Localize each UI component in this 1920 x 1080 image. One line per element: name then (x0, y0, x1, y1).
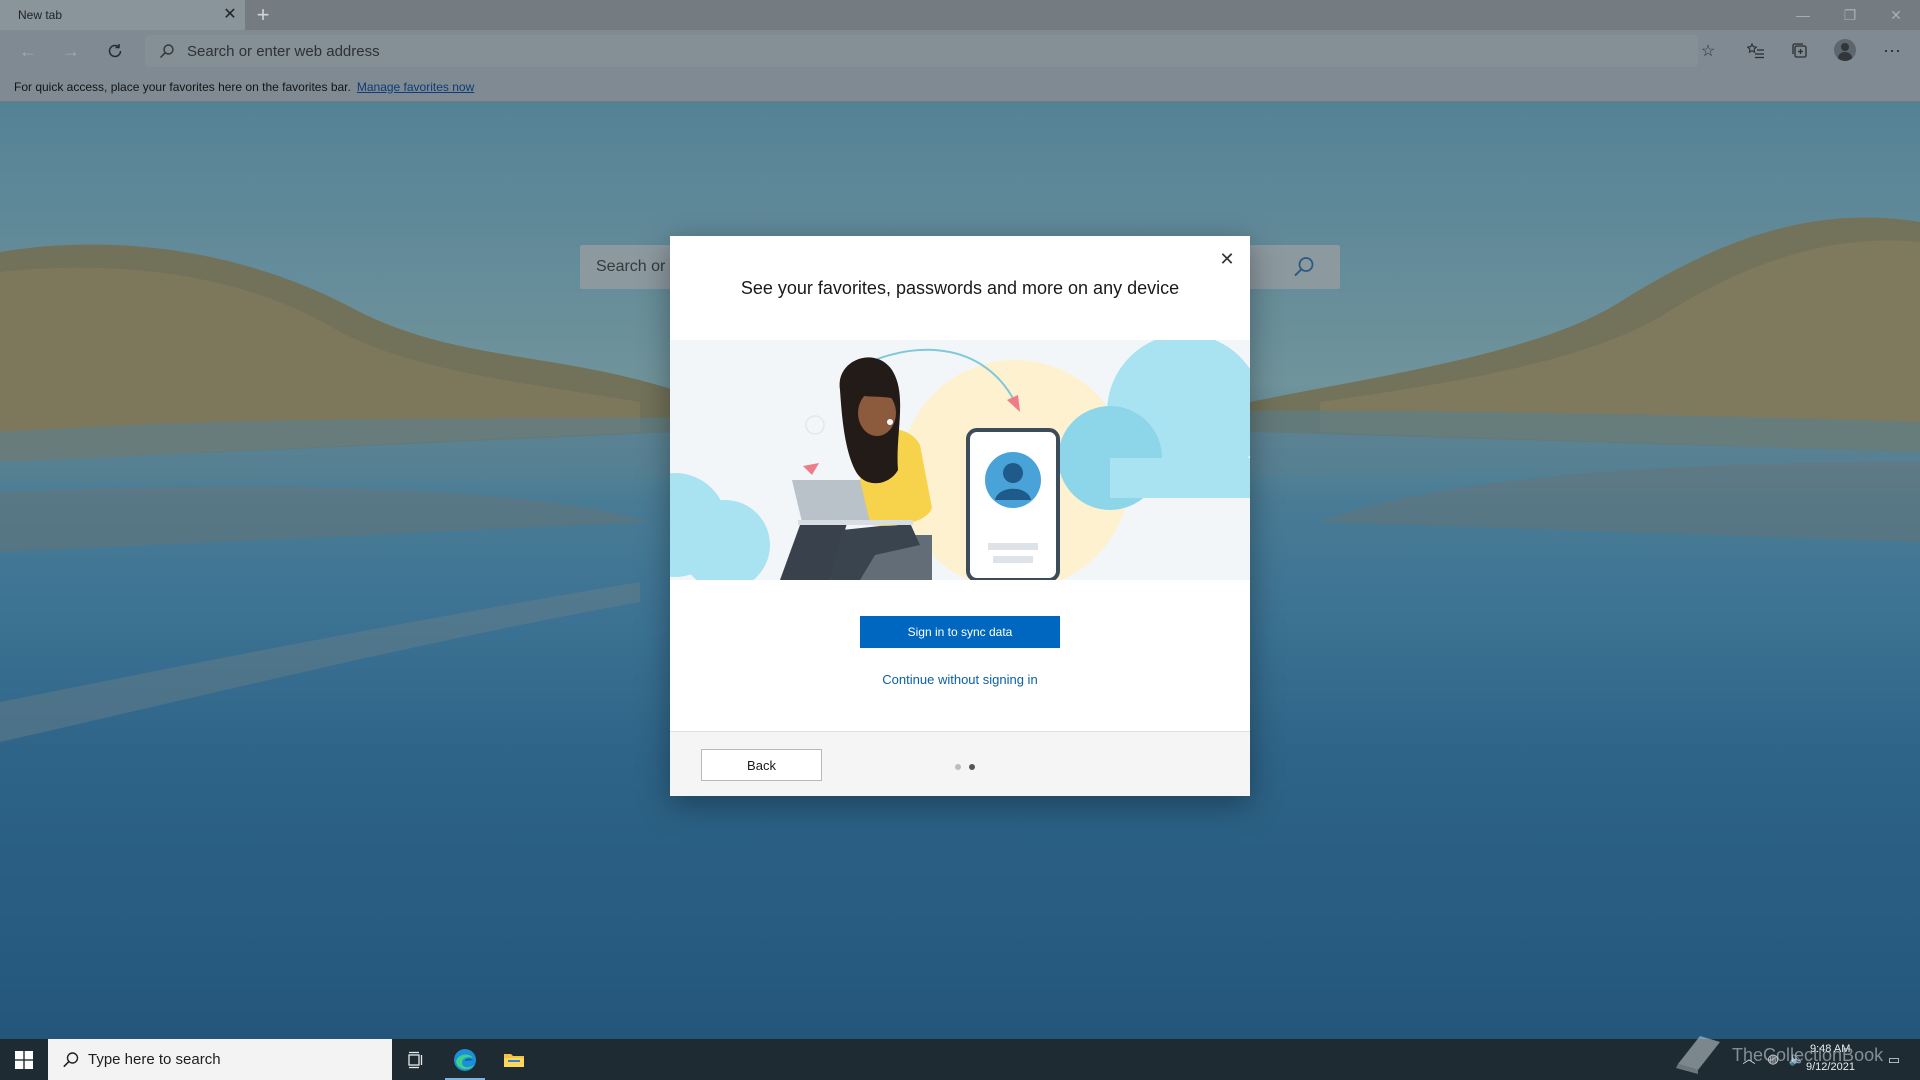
pager-dot-1 (955, 764, 961, 770)
address-bar[interactable]: Search or enter web address (145, 35, 1698, 67)
address-input[interactable]: Search or enter web address (187, 43, 380, 60)
back-button[interactable]: Back (701, 749, 822, 781)
edge-icon[interactable] (441, 1039, 489, 1080)
favorites-bar-message: For quick access, place your favorites h… (14, 79, 351, 94)
search-icon[interactable] (1292, 255, 1316, 279)
browser-chrome: New tab ✕ + — ❐ ✕ ← → Search or enter we… (0, 0, 1920, 102)
browser-toolbar: ← → Search or enter web address ☆ ⋯ (0, 30, 1920, 72)
sync-dialog: ✕ See your favorites, passwords and more… (670, 236, 1250, 796)
star-icon[interactable]: ☆ (1693, 36, 1723, 66)
tab-new-tab[interactable]: New tab ✕ (0, 0, 245, 30)
book-icon (1676, 1036, 1720, 1074)
search-icon (159, 43, 175, 59)
pager-dot-2 (969, 764, 975, 770)
dialog-title: See your favorites, passwords and more o… (740, 278, 1180, 298)
arrow-right-icon[interactable]: → (56, 36, 86, 66)
folder-icon[interactable] (490, 1039, 538, 1080)
taskbar-search-placeholder: Type here to search (88, 1051, 221, 1068)
collections-icon[interactable] (1785, 36, 1815, 66)
tab-title: New tab (18, 8, 63, 22)
watermark: TheCollectionBook (1670, 1030, 1910, 1076)
task-view-icon[interactable] (392, 1039, 440, 1080)
minimize-icon[interactable]: — (1780, 0, 1826, 30)
windows-logo-icon[interactable] (0, 1039, 48, 1080)
profile-icon[interactable] (1834, 39, 1856, 61)
close-icon[interactable]: ✕ (1216, 248, 1238, 270)
manage-favorites-link[interactable]: Manage favorites now (357, 80, 474, 94)
dialog-footer: Back (670, 731, 1250, 796)
taskbar-search-box[interactable]: Type here to search (48, 1039, 392, 1080)
more-icon[interactable]: ⋯ (1877, 36, 1907, 66)
sync-illustration (670, 340, 1250, 580)
plus-icon[interactable]: + (252, 3, 274, 27)
sign-in-button[interactable]: Sign in to sync data (860, 616, 1060, 648)
window-close-icon[interactable]: ✕ (1873, 0, 1919, 30)
refresh-icon[interactable] (100, 36, 130, 66)
watermark-text: TheCollectionBook (1732, 1045, 1884, 1065)
search-icon (62, 1051, 80, 1069)
arrow-left-icon[interactable]: ← (13, 36, 43, 66)
taskbar: Type here to search ︿ ◍ 🔈 ▭ 9:48 AM 9/12… (0, 1039, 1920, 1080)
favorites-bar: For quick access, place your favorites h… (0, 72, 1920, 102)
tab-strip: New tab ✕ + — ❐ ✕ (0, 0, 1920, 30)
ntp-search-placeholder: Search or e (596, 258, 679, 275)
favorites-list-icon[interactable] (1741, 36, 1771, 66)
continue-without-signing-in-link[interactable]: Continue without signing in (670, 672, 1250, 687)
close-icon[interactable]: ✕ (222, 7, 238, 23)
restore-icon[interactable]: ❐ (1827, 0, 1873, 30)
